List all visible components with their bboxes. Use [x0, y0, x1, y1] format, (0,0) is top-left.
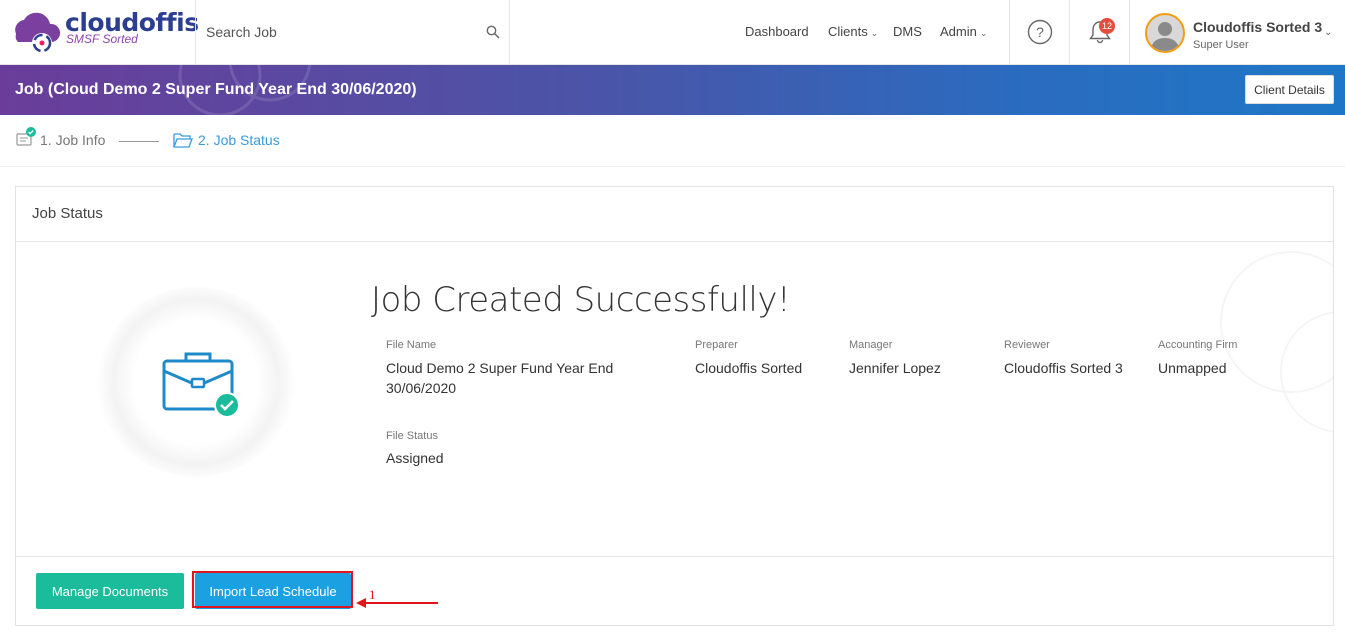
client-details-button[interactable]: Client Details — [1245, 75, 1334, 104]
import-lead-schedule-button[interactable]: Import Lead Schedule — [195, 573, 351, 609]
notification-badge: 12 — [1099, 18, 1116, 34]
nav-clients-label: Clients — [828, 24, 868, 39]
page-title: Job (Cloud Demo 2 Super Fund Year End 30… — [15, 81, 417, 98]
user-role: Super User — [1193, 39, 1249, 51]
divider — [509, 0, 510, 65]
user-name[interactable]: Cloudoffis Sorted 3 — [1193, 19, 1322, 35]
page-header-banner: Job (Cloud Demo 2 Super Fund Year End 30… — [0, 65, 1345, 115]
manager-label: Manager — [849, 339, 893, 351]
job-status-card: Job Status Job Created Successfully! Fil… — [15, 186, 1334, 626]
file-name-value-line1: Cloud Demo 2 Super Fund Year End — [386, 360, 614, 376]
user-icon — [1151, 22, 1179, 51]
divider — [1129, 0, 1130, 65]
divider — [1009, 0, 1010, 65]
file-status-value: Assigned — [386, 450, 444, 466]
accounting-firm-value: Unmapped — [1158, 360, 1227, 376]
step-job-status[interactable]: 2. Job Status — [198, 132, 280, 148]
success-illustration — [96, 287, 296, 477]
briefcase-check-icon — [162, 352, 240, 418]
brand-logo[interactable]: cloudoffis SMSF Sorted — [6, 8, 199, 58]
top-navbar: cloudoffis SMSF Sorted Dashboard Clients… — [0, 0, 1345, 65]
nav-dashboard[interactable]: Dashboard — [745, 24, 809, 39]
job-info-step-icon[interactable] — [15, 126, 39, 150]
file-name-label: File Name — [386, 339, 437, 351]
step-connector — [119, 141, 159, 142]
help-icon[interactable]: ? — [1025, 17, 1055, 47]
chevron-down-icon: ⌄ — [870, 28, 879, 38]
chevron-down-icon[interactable]: ⌄ — [1324, 27, 1332, 38]
search-box — [196, 0, 509, 65]
manager-value: Jennifer Lopez — [849, 360, 941, 376]
avatar[interactable] — [1145, 13, 1185, 53]
decorative-background-circles — [1220, 251, 1333, 433]
file-name-value-line2: 30/06/2020 — [386, 380, 457, 396]
reviewer-value: Cloudoffis Sorted 3 — [1004, 360, 1123, 376]
annotation-number: 1 — [369, 587, 376, 602]
svg-text:?: ? — [1036, 24, 1044, 40]
search-icon[interactable] — [486, 25, 500, 39]
chevron-down-icon: ⌄ — [979, 28, 988, 38]
divider — [1069, 0, 1070, 65]
annotation-arrow-icon — [356, 598, 438, 608]
job-steps: 1. Job Info 2. Job Status — [0, 115, 1345, 167]
step-job-info[interactable]: 1. Job Info — [40, 132, 105, 148]
accounting-firm-label: Accounting Firm — [1158, 339, 1238, 351]
manage-documents-button[interactable]: Manage Documents — [36, 573, 184, 609]
folder-open-icon[interactable] — [173, 131, 193, 149]
search-input[interactable] — [206, 20, 466, 44]
preparer-value: Cloudoffis Sorted — [695, 360, 803, 376]
nav-clients[interactable]: Clients ⌄ — [828, 24, 878, 39]
nav-dms[interactable]: DMS — [893, 24, 922, 39]
file-status-label: File Status — [386, 430, 438, 442]
card-footer: Manage Documents Import Lead Schedule — [16, 556, 1333, 625]
success-message: Job Created Successfully! — [371, 280, 791, 320]
reviewer-label: Reviewer — [1004, 339, 1050, 351]
nav-admin[interactable]: Admin ⌄ — [940, 24, 987, 39]
preparer-label: Preparer — [695, 339, 738, 351]
brand-tagline: SMSF Sorted — [66, 32, 138, 46]
card-title: Job Status — [32, 205, 103, 222]
nav-admin-label: Admin — [940, 24, 977, 39]
card-header: Job Status — [16, 187, 1333, 242]
cloud-logo-icon — [15, 12, 61, 53]
